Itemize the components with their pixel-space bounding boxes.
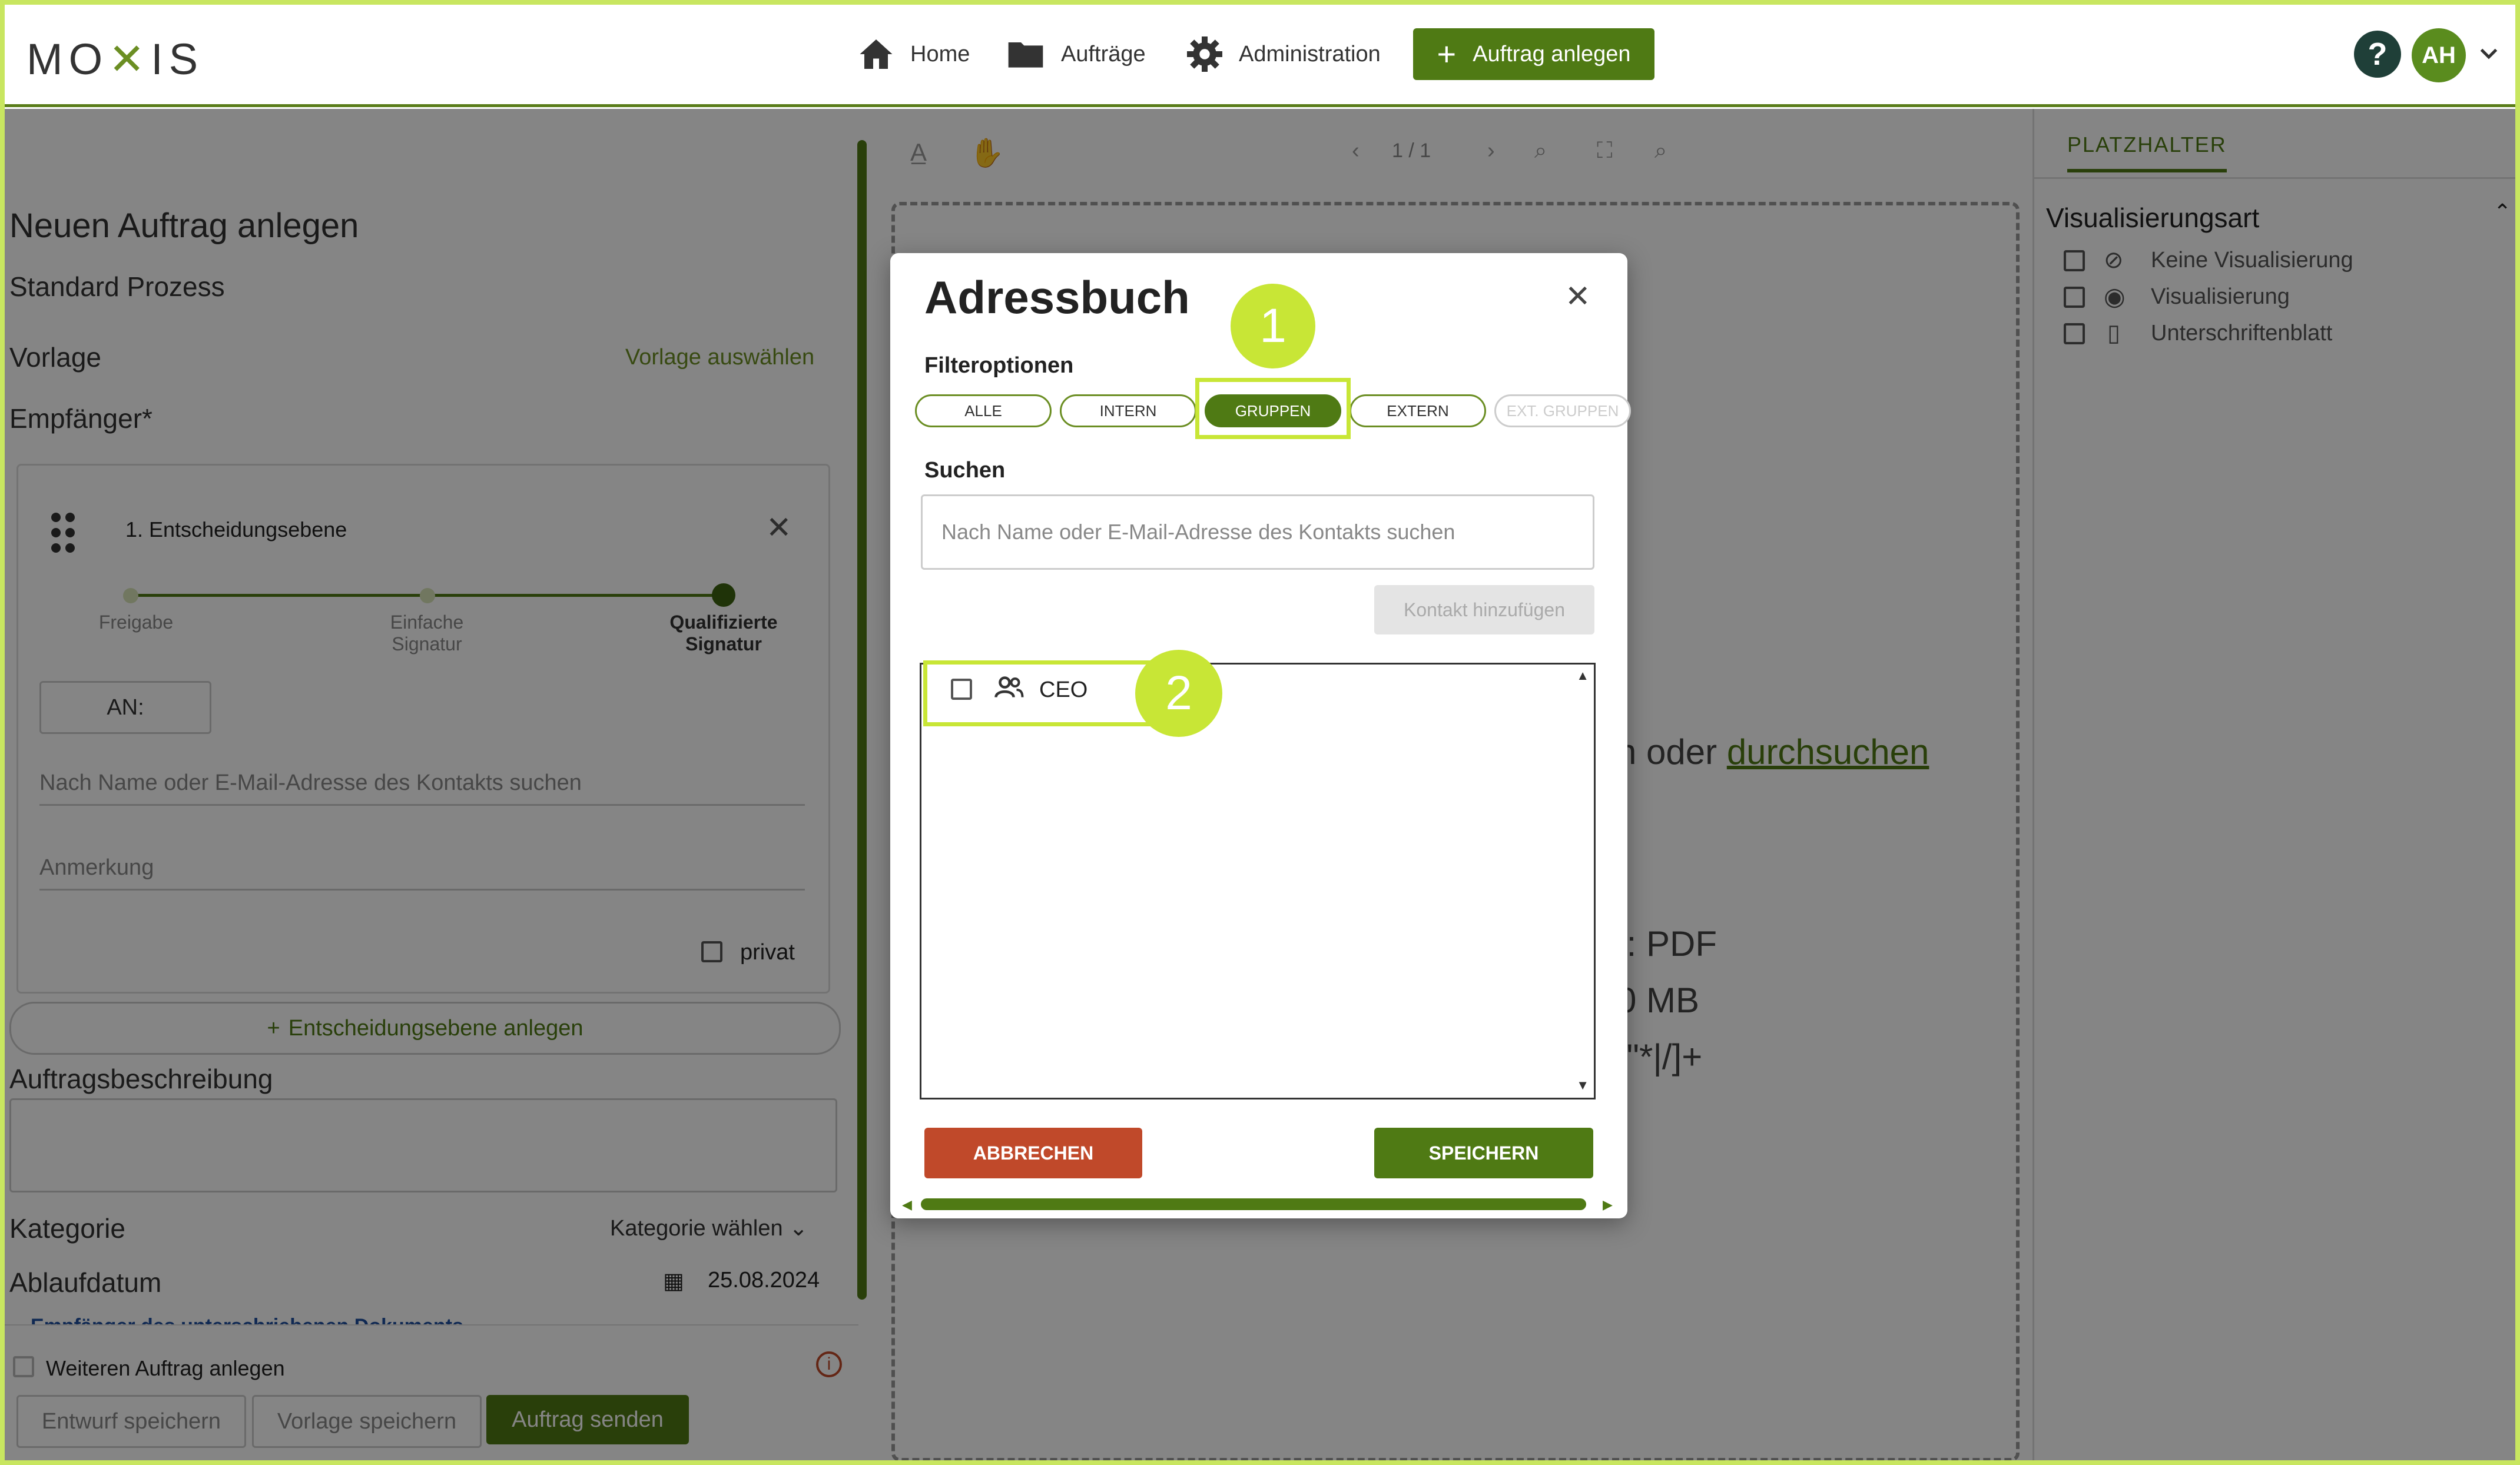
filter-intern[interactable]: INTERN — [1060, 394, 1196, 427]
scroll-down-icon[interactable]: ▼ — [1576, 1078, 1589, 1093]
filter-extern[interactable]: EXTERN — [1349, 394, 1486, 427]
scroll-up-icon[interactable]: ▲ — [1576, 668, 1589, 683]
chevron-down-icon[interactable] — [2480, 47, 2498, 61]
nav-auftraege-label: Aufträge — [1061, 41, 1146, 67]
top-header: MO✕IS Home Aufträge Administration + Auf… — [0, 0, 2520, 107]
create-order-label: Auftrag anlegen — [1473, 41, 1631, 67]
contact-search-input[interactable]: Nach Name oder E-Mail-Adresse des Kontak… — [921, 494, 1594, 570]
nav-administration[interactable]: Administration — [1187, 31, 1381, 78]
add-contact-button[interactable]: Kontakt hinzufügen — [1374, 585, 1594, 634]
scroll-right-icon[interactable]: ▶ — [1603, 1197, 1613, 1212]
nav-administration-label: Administration — [1239, 41, 1381, 67]
filter-ext-gruppen[interactable]: EXT. GRUPPEN — [1494, 394, 1631, 427]
help-icon[interactable]: ? — [2354, 31, 2401, 78]
step-marker-1: 1 — [1231, 284, 1315, 368]
save-button[interactable]: SPEICHERN — [1374, 1128, 1593, 1178]
dialog-title: Adressbuch — [924, 271, 1190, 323]
dialog-horizontal-scrollbar[interactable] — [921, 1198, 1586, 1210]
home-icon — [860, 39, 893, 69]
folder-icon — [1008, 42, 1043, 68]
highlight-contact-ceo — [923, 660, 1159, 726]
gear-icon — [1187, 36, 1222, 72]
nav-auftraege[interactable]: Aufträge — [1007, 31, 1146, 78]
nav-home-label: Home — [910, 41, 970, 67]
dialog-close-icon[interactable]: ✕ — [1565, 279, 1591, 314]
highlight-gruppen-filter — [1195, 378, 1351, 439]
plus-icon: + — [1437, 35, 1457, 72]
user-avatar[interactable]: AH — [2412, 28, 2466, 82]
contact-list: CEO ▲ ▼ — [920, 663, 1596, 1099]
cancel-button[interactable]: ABBRECHEN — [924, 1128, 1142, 1178]
nav-home[interactable]: Home — [858, 31, 970, 78]
scroll-left-icon[interactable]: ◀ — [902, 1197, 912, 1212]
search-label: Suchen — [924, 458, 1006, 483]
filter-label: Filteroptionen — [924, 353, 1074, 378]
filter-alle[interactable]: ALLE — [915, 394, 1052, 427]
create-order-button[interactable]: + Auftrag anlegen — [1413, 28, 1654, 80]
moxis-logo[interactable]: MO✕IS — [26, 34, 204, 85]
step-marker-2: 2 — [1135, 650, 1222, 737]
